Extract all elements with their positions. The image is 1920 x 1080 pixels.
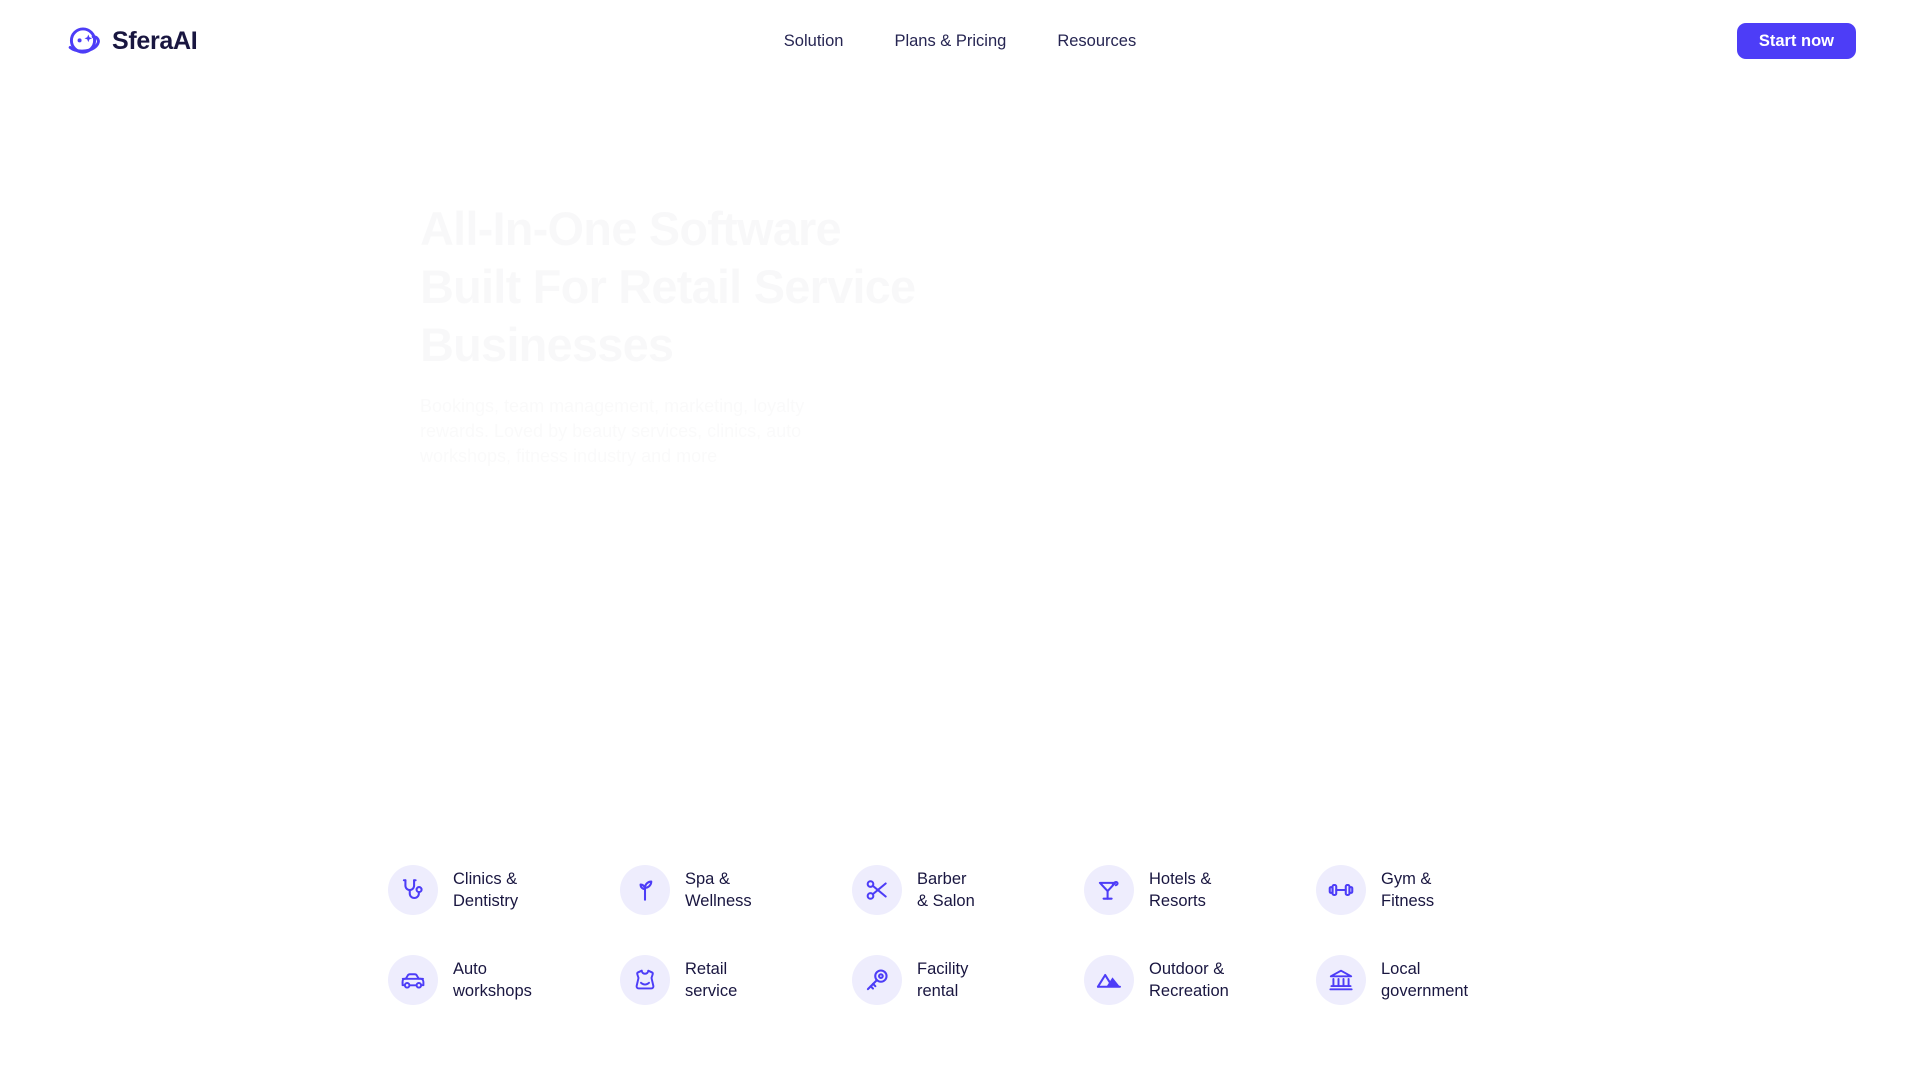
cocktail-glass-icon <box>1084 865 1134 915</box>
category-label: Retail service <box>685 960 738 1000</box>
dumbbell-icon <box>1316 865 1366 915</box>
category-label: Outdoor & Recreation <box>1149 960 1229 1000</box>
brand-logo[interactable]: SferaAI <box>64 22 198 60</box>
key-icon <box>852 955 902 1005</box>
category-label: Local government <box>1381 960 1469 1000</box>
stethoscope-icon <box>388 865 438 915</box>
category-outdoor-recreation[interactable]: Outdoor & Recreation <box>1084 935 1316 1025</box>
start-now-button[interactable]: Start now <box>1736 23 1856 59</box>
hero-section: All-In-One Software Built For Retail Ser… <box>420 200 1320 469</box>
category-label: Spa & Wellness <box>685 870 752 910</box>
category-retail-service[interactable]: Retail service <box>620 935 852 1025</box>
car-icon <box>388 955 438 1005</box>
category-label: Barber & Salon <box>917 870 975 910</box>
nav-item-solution[interactable]: Solution <box>784 30 844 52</box>
industry-category-grid: Clinics & Dentistry Spa & Wellness Barbe… <box>388 845 1548 1025</box>
nav-item-resources[interactable]: Resources <box>1057 30 1136 52</box>
category-label: Gym & Fitness <box>1381 870 1435 910</box>
hero-subtitle: Bookings, team management, marketing, lo… <box>420 394 850 469</box>
category-local-government[interactable]: Local government <box>1316 935 1548 1025</box>
category-label: Facility rental <box>917 960 969 1000</box>
category-facility-rental[interactable]: Facility rental <box>852 935 1084 1025</box>
bank-building-icon <box>1316 955 1366 1005</box>
category-auto-workshops[interactable]: Auto workshops <box>388 935 620 1025</box>
scissors-icon <box>852 865 902 915</box>
category-hotels-resorts[interactable]: Hotels & Resorts <box>1084 845 1316 935</box>
site-header: SferaAI Solution Plans & Pricing Resourc… <box>0 0 1920 82</box>
planet-sparkle-logo-icon <box>64 22 102 60</box>
main-navigation: Solution Plans & Pricing Resources <box>784 30 1136 52</box>
category-label: Auto workshops <box>453 960 532 1000</box>
brand-name: SferaAI <box>112 26 198 55</box>
category-spa-wellness[interactable]: Spa & Wellness <box>620 845 852 935</box>
sprout-icon <box>620 865 670 915</box>
category-clinics-dentistry[interactable]: Clinics & Dentistry <box>388 845 620 935</box>
mountains-icon <box>1084 955 1134 1005</box>
category-label: Hotels & Resorts <box>1149 870 1212 910</box>
category-barber-salon[interactable]: Barber & Salon <box>852 845 1084 935</box>
hero-title: All-In-One Software Built For Retail Ser… <box>420 200 940 374</box>
category-label: Clinics & Dentistry <box>453 870 519 910</box>
nav-item-plans-pricing[interactable]: Plans & Pricing <box>894 30 1006 52</box>
dress-icon <box>620 955 670 1005</box>
landing-page: SferaAI Solution Plans & Pricing Resourc… <box>0 0 1920 1080</box>
category-gym-fitness[interactable]: Gym & Fitness <box>1316 845 1548 935</box>
